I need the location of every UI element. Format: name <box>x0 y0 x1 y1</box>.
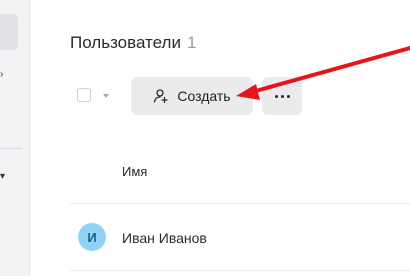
nav-chevron-down-icon[interactable]: ▾ <box>0 172 5 182</box>
page-title-text: Пользователи <box>70 33 181 52</box>
create-button[interactable]: Создать <box>131 77 253 115</box>
main-panel: Пользователи 1 Создать Имя И Иван Иванов <box>30 0 410 276</box>
select-all-checkbox[interactable] <box>77 88 91 102</box>
create-button-label: Создать <box>177 88 231 104</box>
user-count: 1 <box>186 33 197 52</box>
nav-divider <box>0 148 22 149</box>
column-header-name[interactable]: Имя <box>122 164 147 179</box>
nav-chevron-right-icon[interactable]: › <box>0 70 3 80</box>
row-divider <box>70 270 410 271</box>
avatar: И <box>78 223 106 251</box>
more-actions-button[interactable] <box>262 77 302 115</box>
page-title: Пользователи 1 <box>70 33 196 53</box>
nav-selected-item[interactable] <box>0 14 18 50</box>
add-user-icon <box>153 88 169 104</box>
more-icon <box>274 94 290 98</box>
left-nav-rail: › ▾ <box>0 0 30 276</box>
user-name[interactable]: Иван Иванов <box>122 230 207 246</box>
table-row[interactable]: И Иван Иванов <box>70 204 410 270</box>
select-dropdown-caret-icon[interactable] <box>103 94 109 98</box>
